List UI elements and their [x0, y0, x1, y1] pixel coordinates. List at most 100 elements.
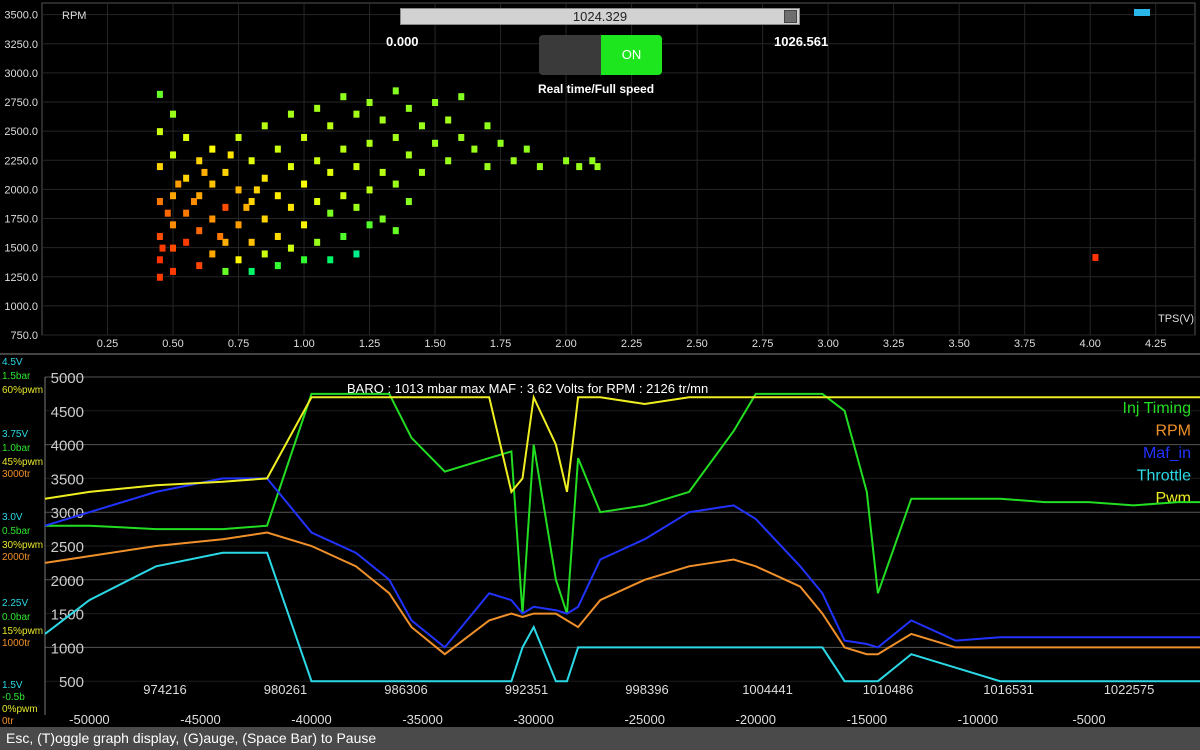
scatter-point: [301, 133, 308, 141]
scatter-point: [170, 110, 177, 118]
timeseries-chart: 500045004000350030002500200015001000500-…: [0, 352, 1200, 727]
legend-item: Pwm: [1155, 490, 1191, 507]
scatter-y-axis-title: RPM: [62, 10, 86, 22]
scatter-y-tick-label: 3500.0: [4, 10, 38, 22]
scatter-point: [432, 139, 439, 147]
toggle-on-label[interactable]: ON: [601, 35, 662, 75]
scatter-x-tick-label: 1.25: [359, 338, 380, 350]
scatter-x-tick-label: 0.25: [97, 338, 118, 350]
scatter-point: [594, 163, 601, 171]
scatter-point: [235, 256, 242, 264]
scatter-point: [196, 227, 203, 235]
scatter-y-tick-label: 1500.0: [4, 243, 38, 255]
scatter-point: [227, 151, 234, 159]
scatter-point: [314, 198, 321, 206]
time-range-min: 0.000: [386, 34, 419, 49]
scatter-point: [563, 157, 570, 165]
time-slider-value: 1024.329: [572, 9, 628, 24]
timeseries-sample-index-label: 986306: [384, 682, 427, 697]
scatter-point: [190, 198, 197, 206]
scatter-point: [314, 157, 321, 165]
scatter-point: [418, 168, 425, 176]
left-scale-label: 0.5bar: [2, 526, 31, 537]
scatter-x-tick-label: 3.00: [817, 338, 838, 350]
scatter-point: [287, 203, 294, 211]
scatter-x-tick-label: 2.00: [555, 338, 576, 350]
timeseries-x-tick-label: -15000: [847, 712, 887, 727]
scatter-point: [170, 244, 177, 252]
scatter-point: [274, 192, 281, 200]
scatter-point: [235, 133, 242, 141]
scatter-point: [287, 244, 294, 252]
scatter-point: [392, 227, 399, 235]
left-scale-label: 15%pwm: [2, 626, 43, 637]
scatter-point: [510, 157, 517, 165]
scatter-y-tick-label: 1750.0: [4, 214, 38, 226]
timeseries-x-tick-label: -10000: [958, 712, 998, 727]
timeseries-y-tick-label: 500: [59, 674, 84, 691]
scatter-point: [589, 157, 596, 165]
scatter-point: [405, 198, 412, 206]
scatter-x-tick-label: 1.75: [490, 338, 511, 350]
scatter-point: [196, 192, 203, 200]
scatter-x-tick-label: 3.25: [883, 338, 904, 350]
time-slider[interactable]: 1024.329: [400, 8, 800, 25]
scatter-y-tick-label: 750.0: [10, 330, 38, 342]
scatter-point: [209, 215, 216, 223]
left-scale-label: 1.5bar: [2, 371, 31, 382]
scatter-point: [183, 174, 190, 182]
left-scale-label: 1000tr: [2, 638, 31, 649]
scatter-point: [156, 90, 163, 98]
scatter-point: [183, 133, 190, 141]
toggle-off-half[interactable]: [539, 35, 601, 75]
realtime-toggle-caption: Real time/Full speed: [538, 82, 655, 96]
scatter-y-tick-label: 2250.0: [4, 155, 38, 167]
status-bar: Esc, (T)oggle graph display, (G)auge, (S…: [0, 727, 1200, 750]
scatter-point: [327, 256, 334, 264]
scatter-point: [366, 221, 373, 229]
scatter-point: [274, 232, 281, 240]
scatter-x-tick-label: 0.50: [162, 338, 183, 350]
scatter-point: [274, 262, 281, 270]
timeseries-sample-index-label: 1022575: [1104, 682, 1155, 697]
scatter-point: [405, 151, 412, 159]
left-scale-label: 3.75V: [2, 429, 28, 440]
timeseries-sample-index-label: 980261: [264, 682, 307, 697]
scatter-point: [243, 203, 250, 211]
scatter-y-tick-label: 2750.0: [4, 97, 38, 109]
scatter-point: [366, 186, 373, 194]
scatter-point: [523, 145, 530, 153]
scatter-point: [445, 116, 452, 124]
left-scale-label: 3.0V: [2, 512, 23, 523]
realtime-toggle[interactable]: ON: [539, 35, 662, 75]
scatter-x-tick-label: 1.50: [424, 338, 445, 350]
left-scale-label: 45%pwm: [2, 457, 43, 468]
scatter-point: [471, 145, 478, 153]
time-slider-handle[interactable]: [784, 10, 797, 23]
scatter-point: [379, 116, 386, 124]
scatter-point: [340, 192, 347, 200]
scatter-point: [1092, 253, 1099, 261]
scatter-point: [392, 180, 399, 188]
scatter-y-tick-label: 3000.0: [4, 68, 38, 80]
scatter-x-tick-label: 1.00: [293, 338, 314, 350]
timeseries-x-tick-label: -20000: [736, 712, 776, 727]
timeseries-panel: 5000 4500 4000 3500 3000 2500 2000 1500 1000 500-…: [0, 352, 1200, 727]
scatter-point: [235, 221, 242, 229]
scatter-point: [314, 104, 321, 112]
scatter-point: [445, 157, 452, 165]
scatter-point: [287, 110, 294, 118]
timeseries-y-tick-label: 5000: [51, 370, 84, 387]
legend-item: Inj Timing: [1123, 400, 1191, 417]
scatter-point: [392, 133, 399, 141]
scatter-point: [536, 163, 543, 171]
scatter-point: [261, 250, 268, 258]
scatter-point: [170, 267, 177, 275]
left-scale-label: -0.5b: [2, 692, 25, 703]
scatter-point: [484, 163, 491, 171]
timeseries-y-tick-label: 4000: [51, 438, 84, 455]
scatter-y-tick-label: 3250.0: [4, 39, 38, 51]
scatter-panel: 3500.0 3250.0 3000.0 2750.0 2500.0 2250.0 2000…: [0, 0, 1200, 352]
timeseries-sample-index-label: 1010486: [863, 682, 914, 697]
scatter-point: [405, 104, 412, 112]
